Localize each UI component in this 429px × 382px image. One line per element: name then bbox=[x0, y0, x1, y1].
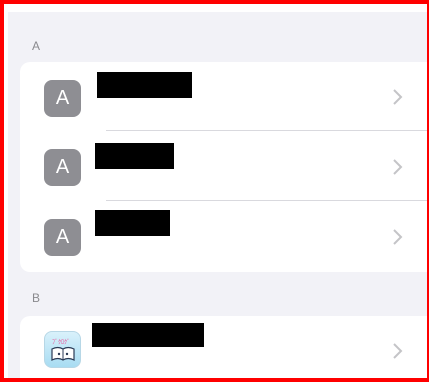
redacted-app-name bbox=[95, 210, 170, 236]
section-header-b: B bbox=[32, 291, 41, 305]
chevron-right-icon bbox=[393, 159, 403, 175]
redacted-app-name bbox=[95, 143, 174, 169]
letter-a-icon: A bbox=[44, 80, 81, 117]
chevron-right-icon bbox=[393, 343, 403, 359]
chevron-right-icon bbox=[393, 89, 403, 105]
book-app-icon: ﾌﾞｸﾛｸﾞ bbox=[44, 331, 81, 368]
letter-a-icon: A bbox=[44, 219, 81, 256]
app-row[interactable]: A bbox=[20, 132, 427, 202]
section-a-group: A A A bbox=[20, 62, 427, 272]
chevron-right-icon bbox=[393, 229, 403, 245]
redacted-app-name bbox=[97, 72, 192, 98]
app-row[interactable]: ﾌﾞｸﾛｸﾞ bbox=[20, 316, 427, 378]
section-b-group: ﾌﾞｸﾛｸﾞ bbox=[20, 316, 427, 378]
section-header-a: A bbox=[32, 39, 41, 53]
redacted-app-name bbox=[92, 323, 204, 347]
app-row[interactable]: A bbox=[20, 202, 427, 272]
row-separator bbox=[106, 200, 427, 201]
app-row[interactable]: A bbox=[20, 62, 427, 132]
letter-a-icon: A bbox=[44, 149, 81, 186]
row-separator bbox=[106, 130, 427, 131]
svg-text:ﾌﾞｸﾛｸﾞ: ﾌﾞｸﾛｸﾞ bbox=[52, 339, 70, 346]
app-list-screen: A A A A B ﾌﾞｸﾛｸﾞ bbox=[8, 12, 427, 378]
